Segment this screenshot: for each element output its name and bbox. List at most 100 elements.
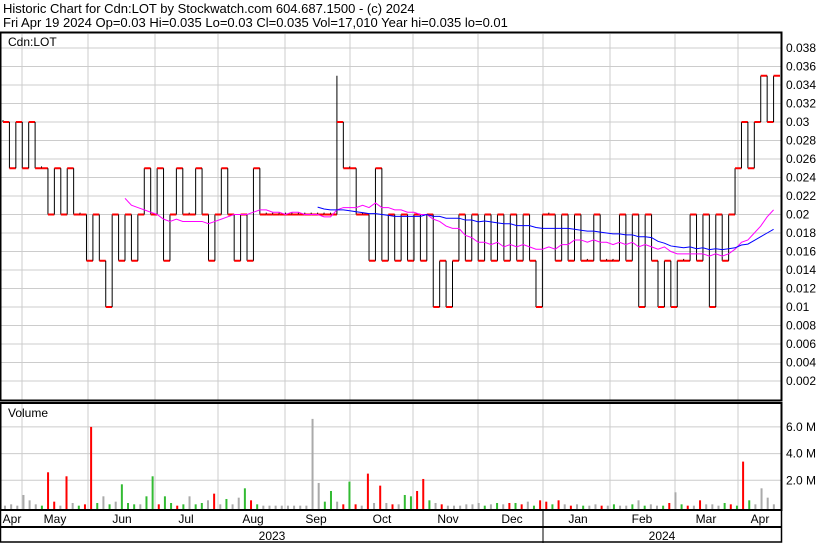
chart-window: Historic Chart for Cdn:LOT by Stockwatch… xyxy=(0,0,830,543)
volume-bar xyxy=(213,493,216,510)
volume-bar xyxy=(477,502,480,510)
price-tick-label: 0.006 xyxy=(786,337,816,351)
month-label: Mar xyxy=(696,512,717,526)
month-label: Feb xyxy=(632,512,653,526)
volume-bar xyxy=(114,501,117,510)
price-panel-label: Cdn:LOT xyxy=(8,35,57,49)
price-tick-label: 0.02 xyxy=(786,208,810,222)
price-tick-label: 0.022 xyxy=(786,189,816,203)
volume-bar xyxy=(409,496,412,510)
volume-bar xyxy=(336,501,339,510)
volume-bar xyxy=(22,494,25,510)
volume-bar xyxy=(557,500,560,510)
volume-bar xyxy=(225,498,228,510)
volume-bar xyxy=(348,481,351,510)
moving-average-short xyxy=(124,197,774,257)
price-panel-frame xyxy=(0,31,783,402)
price-tick-label: 0.032 xyxy=(786,97,816,111)
price-tick-label: 0.004 xyxy=(786,356,816,370)
volume-bar xyxy=(760,488,763,510)
volume-bar xyxy=(90,426,93,510)
volume-bar xyxy=(311,418,314,510)
volume-tick-label: 4.0 M xyxy=(786,447,816,461)
year-label: 2023 xyxy=(259,529,286,543)
year-label: 2024 xyxy=(649,529,676,543)
volume-bar xyxy=(188,496,191,510)
price-tick-label: 0.034 xyxy=(786,78,816,92)
price-tick-label: 0.036 xyxy=(786,60,816,74)
volume-bar xyxy=(237,497,240,510)
price-tick-label: 0.01 xyxy=(786,300,810,314)
volume-tick-label: 2.0 M xyxy=(786,473,816,487)
volume-bar xyxy=(200,502,203,510)
price-tick-label: 0.002 xyxy=(786,374,816,388)
month-label: Apr xyxy=(751,512,770,526)
volume-bar xyxy=(434,502,437,510)
volume-tick-label: 6.0 M xyxy=(786,420,816,434)
volume-panel-label: Volume xyxy=(8,406,48,420)
volume-bar xyxy=(145,496,148,510)
volume-bar xyxy=(539,500,542,510)
volume-bar xyxy=(323,501,326,510)
volume-bar xyxy=(699,500,702,510)
volume-bar xyxy=(317,482,320,510)
volume-bar xyxy=(53,501,56,510)
volume-bar xyxy=(243,488,246,510)
volume-bar xyxy=(102,496,105,510)
month-label: Apr xyxy=(3,512,22,526)
volume-bar xyxy=(403,494,406,510)
price-tick-label: 0.008 xyxy=(786,319,816,333)
month-label: Oct xyxy=(373,512,392,526)
volume-bar xyxy=(496,502,499,510)
volume-bar xyxy=(508,502,511,510)
month-label: Nov xyxy=(437,512,458,526)
volume-bar xyxy=(422,478,425,510)
moving-average-long xyxy=(317,206,774,251)
month-label: May xyxy=(44,512,67,526)
price-tick-label: 0.012 xyxy=(786,282,816,296)
volume-bar xyxy=(428,500,431,510)
price-tick-label: 0.028 xyxy=(786,134,816,148)
price-tick-label: 0.014 xyxy=(786,263,816,277)
price-tick-label: 0.03 xyxy=(786,115,810,129)
price-tick-label: 0.026 xyxy=(786,152,816,166)
volume-bar xyxy=(373,502,376,510)
volume-bar xyxy=(151,476,154,510)
volume-bar xyxy=(96,502,99,510)
price-tick-label: 0.024 xyxy=(786,171,816,185)
month-label: Jun xyxy=(112,512,131,526)
month-label: Dec xyxy=(501,512,522,526)
volume-bar xyxy=(668,502,671,510)
volume-bar xyxy=(250,500,253,510)
volume-bar xyxy=(637,500,640,510)
volume-panel-frame xyxy=(0,402,783,511)
price-tick-label: 0.018 xyxy=(786,226,816,240)
volume-bar xyxy=(545,501,548,510)
volume-bar xyxy=(526,501,529,510)
month-label: Sep xyxy=(305,512,327,526)
volume-bar xyxy=(514,502,517,510)
month-label: Jan xyxy=(568,512,587,526)
volume-bar xyxy=(674,492,677,510)
price-tick-label: 0.016 xyxy=(786,245,816,259)
month-label: Aug xyxy=(242,512,263,526)
volume-bar xyxy=(748,500,751,510)
volume-bar xyxy=(28,500,31,510)
volume-bar xyxy=(206,500,209,510)
volume-bar xyxy=(416,490,419,510)
volume-bar xyxy=(379,485,382,510)
volume-bar xyxy=(723,502,726,510)
volume-bar xyxy=(120,484,123,510)
volume-bar xyxy=(742,461,745,510)
price-tick-label: 0.038 xyxy=(786,41,816,55)
price-volume-chart: Cdn:LOT Volume 0.038 0.036 0.034 0.032 0.03 0… xyxy=(0,31,816,543)
volume-bar xyxy=(366,473,369,510)
volume-bar xyxy=(170,502,173,510)
volume-bar xyxy=(71,502,74,510)
volume-bar xyxy=(47,472,50,510)
volume-bar xyxy=(65,476,68,510)
volume-bar xyxy=(163,496,166,510)
volume-bar xyxy=(385,502,388,510)
month-label: Jul xyxy=(178,512,193,526)
volume-bar xyxy=(766,497,769,510)
